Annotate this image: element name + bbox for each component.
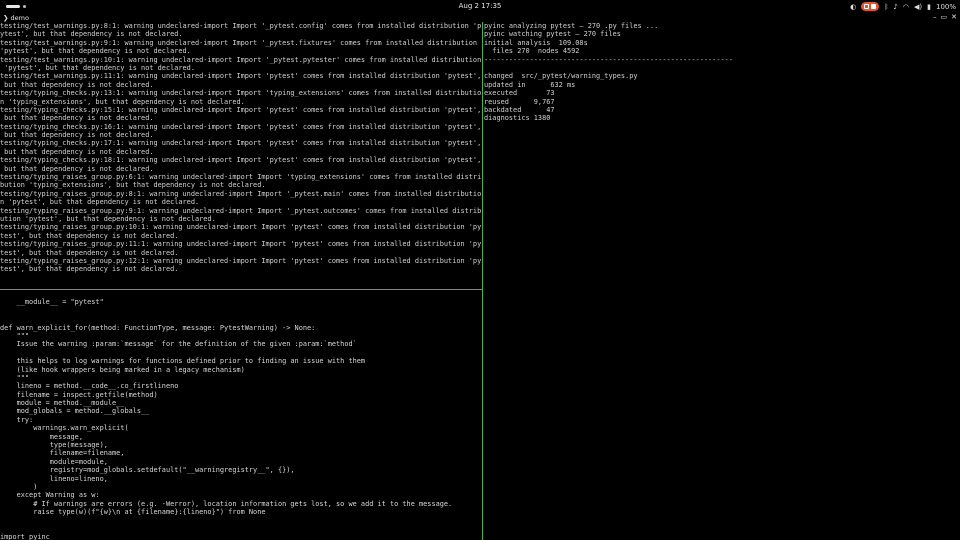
warning-output-line: but that dependency is not declared. bbox=[0, 114, 154, 123]
warning-output-line: test', but that dependency is not declar… bbox=[0, 231, 179, 240]
warning-output-line: testing/typing_raises_group.py:10:1: war… bbox=[0, 223, 482, 232]
code-line: __module__ = "pytest" bbox=[0, 298, 104, 307]
warning-output-line: testing/test_warnings.py:9:1: warning un… bbox=[0, 38, 478, 47]
warning-output-line: but that dependency is not declared. bbox=[0, 131, 154, 140]
code-line: warnings.warn_explicit( bbox=[0, 424, 129, 433]
warning-output-line: testing/typing_checks.py:17:1: warning u… bbox=[0, 139, 482, 148]
warning-output-line: bution 'typing_extensions', but that dep… bbox=[0, 181, 266, 190]
pyinc-status-line: initial analysis 109.08s bbox=[484, 38, 588, 47]
pyinc-status-pane[interactable]: pyinc analyzing pytest — 270 .py files .… bbox=[484, 22, 960, 540]
warning-output-line: testing/typing_raises_group.py:6:1: warn… bbox=[0, 173, 482, 182]
vertical-pane-divider[interactable] bbox=[482, 22, 483, 540]
pyinc-status-line: pyinc analyzing pytest — 270 .py files .… bbox=[484, 22, 659, 30]
warning-output-line: ytest', but that dependency is not decla… bbox=[0, 30, 183, 39]
maximize-icon[interactable]: ▭ bbox=[941, 13, 948, 21]
code-line: message, bbox=[0, 432, 83, 441]
window-title-wrap: ❯ demo bbox=[3, 14, 29, 22]
screen-recording-indicator[interactable] bbox=[861, 2, 880, 11]
pyinc-status-line: reused 9,767 bbox=[484, 97, 555, 106]
warning-output-line: testing/typing_checks.py:18:1: warning u… bbox=[0, 156, 482, 165]
code-line: """ bbox=[0, 373, 30, 382]
code-line: Issue the warning :param:`message` for t… bbox=[0, 340, 357, 349]
wifi-icon: ◠ bbox=[902, 2, 909, 11]
warning-output-line: 'pytest', but that dependency is not dec… bbox=[0, 47, 191, 56]
window-controls: – ▭ ✕ bbox=[933, 13, 957, 21]
code-editor-pane[interactable]: __module__ = "pytest" def warn_explicit_f… bbox=[0, 290, 482, 540]
battery-icon: ▮ bbox=[927, 2, 931, 11]
code-line: lineno = method.__code__.co_firstlineno bbox=[0, 382, 179, 391]
pyinc-status-line: files 270 nodes 4592 bbox=[484, 47, 580, 56]
warning-output-line: ution 'pytest', but that dependency is n… bbox=[0, 214, 216, 223]
warning-output-line: testing/typing_checks.py:13:1: warning u… bbox=[0, 89, 482, 98]
warning-output-line: 'pytest', but that dependency is not dec… bbox=[0, 63, 195, 72]
pyinc-status-line: changed src/_pytest/warning_types.py bbox=[484, 72, 638, 81]
warning-output-line: testing/typing_raises_group.py:11:1: war… bbox=[0, 240, 482, 249]
window-title: demo bbox=[10, 14, 29, 22]
minimize-icon[interactable]: – bbox=[933, 13, 937, 21]
warning-output-line: testing/typing_raises_group.py:8:1: warn… bbox=[0, 189, 482, 198]
code-line: module=module, bbox=[0, 457, 108, 466]
warning-output-line: test', but that dependency is not declar… bbox=[0, 265, 179, 274]
code-line: except Warning as w: bbox=[0, 491, 100, 500]
terminal-title-bar: ❯ demo – ▭ ✕ bbox=[0, 13, 960, 22]
warning-output-line: but that dependency is not declared. bbox=[0, 80, 154, 89]
code-line: mod_globals = method.__globals__ bbox=[0, 407, 150, 416]
code-line: raise type(w)(f"{w}\n at {filename}:{lin… bbox=[0, 508, 266, 517]
warning-output-line: but that dependency is not declared. bbox=[0, 164, 154, 173]
mic-off-icon: ♪ bbox=[893, 2, 898, 11]
code-line: # If warnings are errors (e.g. -Werror),… bbox=[0, 499, 453, 508]
battery-percentage: 100% bbox=[935, 2, 956, 11]
pyinc-status-line: executed 73 bbox=[484, 89, 555, 98]
warning-output-line: n 'typing_extensions', but that dependen… bbox=[0, 97, 245, 106]
warning-output-line: n 'pytest', but that dependency is not d… bbox=[0, 198, 200, 207]
code-line: """ bbox=[0, 331, 30, 340]
warning-output-line: testing/test_warnings.py:10:1: warning u… bbox=[0, 55, 482, 64]
input-prompt-line[interactable]: import pyinc_ bbox=[0, 533, 482, 540]
volume-icon: ◀) bbox=[914, 2, 923, 11]
prompt-text[interactable]: import pyinc_ bbox=[0, 533, 54, 540]
code-line: (like hook wrappers being marked in a le… bbox=[0, 365, 245, 374]
warning-output-line: testing/test_warnings.py:8:1: warning un… bbox=[0, 22, 482, 30]
pyinc-status-line: diagnostics 1380 bbox=[484, 114, 551, 123]
system-top-bar: Aug 2 17:35 ◐ ᛒ ♪ ◠ ◀) ▮ 100% bbox=[0, 0, 960, 13]
pyinc-status-line: updated in 632 ms bbox=[484, 80, 576, 89]
code-line: module = method.__module__ bbox=[0, 399, 125, 408]
code-line: filename=filename, bbox=[0, 449, 125, 458]
code-line: lineno=lineno, bbox=[0, 474, 108, 483]
pyinc-status-line: ----------------------------------------… bbox=[484, 55, 733, 64]
warnings-output-pane[interactable]: testing/test_warnings.py:8:1: warning un… bbox=[0, 22, 482, 288]
code-line: registry=mod_globals.setdefault("__warni… bbox=[0, 466, 295, 475]
warning-output-line: testing/typing_checks.py:16:1: warning u… bbox=[0, 122, 482, 131]
code-line: def warn_explicit_for(method: FunctionTy… bbox=[0, 323, 316, 332]
code-line: type(message), bbox=[0, 441, 108, 450]
warning-output-line: testing/typing_checks.py:15:1: warning u… bbox=[0, 105, 482, 114]
code-line: filename = inspect.getfile(method) bbox=[0, 390, 158, 399]
warning-output-line: testing/typing_raises_group.py:9:1: warn… bbox=[0, 206, 482, 215]
pyinc-status-line: pyinc watching pytest — 270 files bbox=[484, 30, 621, 39]
close-icon[interactable]: ✕ bbox=[951, 13, 957, 21]
chevron-right-icon: ❯ bbox=[3, 14, 9, 22]
code-line: try: bbox=[0, 415, 34, 424]
warning-output-line: testing/typing_raises_group.py:12:1: war… bbox=[0, 256, 482, 265]
warning-output-line: but that dependency is not declared. bbox=[0, 147, 154, 156]
warning-output-line: test', but that dependency is not declar… bbox=[0, 248, 179, 257]
pyinc-status-line: backdated 47 bbox=[484, 105, 555, 114]
warning-output-line: testing/test_warnings.py:11:1: warning u… bbox=[0, 72, 482, 81]
code-line: ) bbox=[0, 482, 38, 491]
pyinc-status-line bbox=[484, 64, 960, 72]
code-line: this helps to log warnings for functions… bbox=[0, 357, 366, 366]
clock[interactable]: Aug 2 17:35 bbox=[0, 2, 960, 10]
bluetooth-icon: ᛒ bbox=[884, 2, 889, 11]
system-tray[interactable]: ◐ ᛒ ♪ ◠ ◀) ▮ 100% bbox=[850, 1, 956, 12]
notification-icon[interactable]: ◐ bbox=[850, 3, 856, 11]
